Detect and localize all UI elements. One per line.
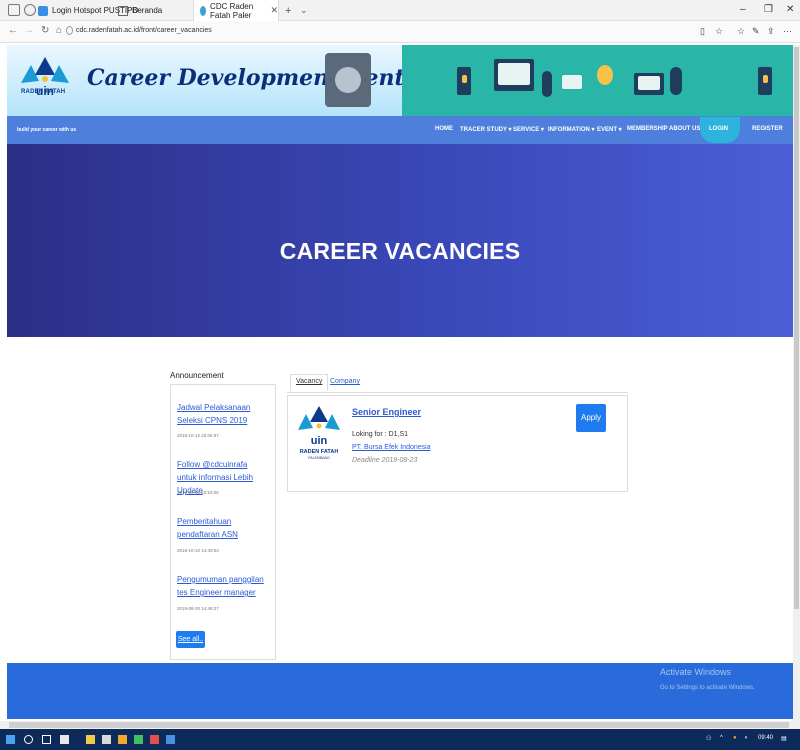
nav-information[interactable]: INFORMATION ▾ [548, 126, 595, 133]
login-button[interactable]: LOGIN [700, 117, 740, 143]
vacancy-company-link[interactable]: PT. Bursa Efek Indonesia [352, 444, 431, 451]
nav-event[interactable]: EVENT ▾ [597, 126, 622, 133]
tray-clock[interactable]: 09:40 [758, 735, 773, 741]
favorites-list-icon[interactable]: ☆ [737, 26, 745, 37]
page-title: CAREER VACANCIES [279, 238, 521, 264]
tab-cdc-active[interactable]: CDC Raden Fatah Paler ✕ [193, 0, 279, 21]
activate-windows-title: Activate Windows [660, 667, 732, 677]
more-menu-icon[interactable]: ··· [783, 26, 792, 36]
svg-text:RADEN FATAH: RADEN FATAH [300, 449, 339, 455]
nav-home[interactable]: HOME [435, 126, 453, 132]
back-tabs-icon[interactable] [24, 4, 36, 16]
site-banner: uin RADEN FATAH Career Development Cente… [7, 45, 793, 116]
home-icon[interactable]: ⌂ [56, 25, 62, 36]
file-explorer-icon[interactable] [86, 735, 95, 744]
apply-button[interactable]: Apply [576, 404, 606, 432]
tray-volume-icon[interactable]: ◖ [744, 735, 748, 741]
phone-screen-icon [462, 75, 467, 83]
tray-app-icon[interactable]: ● [733, 735, 737, 741]
windows-start-icon[interactable] [6, 735, 15, 744]
graduate-illustration [325, 53, 371, 107]
laptop-screen-icon [638, 76, 660, 90]
announcement-date: 2019-10-12 22:06:57 [177, 433, 219, 438]
close-window-icon[interactable]: ✕ [786, 4, 794, 15]
nav-about-us[interactable]: ABOUT US [669, 126, 700, 132]
task-view-icon[interactable] [42, 735, 51, 744]
page-icon [118, 5, 128, 16]
announcement-date: 2019-10-12 22:53:06 [177, 490, 219, 495]
person-icon [670, 67, 682, 95]
company-logo-icon: uin RADEN FATAH PALEMBANG [298, 406, 340, 460]
minimize-icon[interactable]: – [740, 4, 746, 15]
cdc-favicon-icon [200, 5, 207, 16]
tab-favicon-icon [38, 5, 48, 16]
phone-screen-icon [763, 75, 768, 83]
share-icon[interactable]: ⇪ [767, 26, 775, 37]
banner-brand-area: uin RADEN FATAH Career Development Cente… [7, 45, 402, 116]
uin-logo-icon[interactable]: uin [17, 53, 73, 109]
announcement-link[interactable]: Pemberitahuan pendaftaran ASN [177, 515, 269, 541]
tab-beranda[interactable]: Beranda [118, 0, 162, 21]
url-field[interactable]: cdc.radenfatah.ac.id/front/career_vacanc… [76, 27, 212, 34]
close-tab-icon[interactable]: ✕ [270, 5, 278, 16]
announcement-link[interactable]: Pengumuman panggilan tes Engineer manage… [177, 573, 269, 599]
store-icon[interactable] [60, 735, 69, 744]
new-tab-button[interactable]: + [285, 0, 291, 21]
mail-app-icon[interactable] [102, 735, 111, 744]
nav-register[interactable]: REGISTER [752, 126, 783, 132]
app-icon[interactable] [118, 735, 127, 744]
announcement-heading: Announcement [170, 371, 224, 380]
vacancy-deadline: Deadline 2019-08-23 [352, 457, 418, 464]
vacancy-title-link[interactable]: Senior Engineer [352, 407, 421, 417]
nav-tracer-study[interactable]: TRACER STUDY ▾ [460, 126, 512, 133]
nav-membership[interactable]: MEMBERSHIP [627, 126, 668, 132]
horizontal-scroll-thumb[interactable] [9, 722, 789, 728]
tagline: build your career with us [17, 127, 77, 133]
banner-illustration [402, 45, 793, 116]
person-icon [542, 71, 552, 97]
lightbulb-icon [597, 65, 613, 85]
app-icon[interactable] [166, 735, 175, 744]
vacancy-looking-for: Loking for : D1,S1 [352, 431, 409, 438]
tab-company[interactable]: Company [330, 378, 360, 385]
logo-caption: RADEN FATAH [21, 89, 66, 95]
activate-windows-subtitle: Go to Settings to activate Windows. [660, 685, 755, 691]
site-info-icon[interactable] [66, 26, 73, 35]
refresh-icon[interactable]: ↻ [41, 25, 49, 36]
announcement-date: 2019-10-10 14:40:53 [177, 548, 219, 553]
hero-section: CAREER VACANCIES [7, 144, 793, 337]
reading-view-icon[interactable]: ▯ [700, 26, 705, 37]
tray-chevron-icon[interactable]: ^ [720, 735, 723, 741]
app-icon[interactable] [150, 735, 159, 744]
back-arrow-icon[interactable]: ← [8, 25, 18, 36]
tab-list-chevron-icon[interactable]: ⌄ [300, 0, 308, 21]
pen-icon[interactable]: ✎ [752, 26, 760, 37]
announcement-link[interactable]: Jadwal Pelaksanaan Seleksi CPNS 2019 [177, 401, 269, 427]
vertical-scroll-thumb[interactable] [794, 47, 799, 609]
address-bar: ← → ↻ ⌂ cdc.radenfatah.ac.id/front/caree… [0, 21, 800, 43]
login-label: LOGIN [709, 126, 728, 132]
tab-label: Beranda [132, 6, 163, 15]
tray-people-icon[interactable]: ⚇ [706, 735, 711, 742]
notification-icon[interactable]: ▤ [781, 735, 787, 742]
svg-text:PALEMBANG: PALEMBANG [308, 456, 330, 460]
see-all-button[interactable]: See all.. [176, 631, 205, 648]
tab-vacancy[interactable]: Vacancy [290, 374, 329, 391]
mail-icon [562, 75, 582, 89]
announcement-date: 2019-08-20 14:49:37 [177, 606, 219, 611]
favorite-star-icon[interactable]: ☆ [715, 26, 723, 37]
search-icon[interactable] [24, 735, 33, 744]
monitor-screen-icon [498, 63, 530, 85]
tab-label: CDC Raden Fatah Paler [210, 1, 254, 20]
forward-arrow-icon[interactable]: → [24, 25, 34, 36]
maximize-icon[interactable]: ❐ [764, 4, 773, 15]
main-navbar: build your career with us HOME TRACER ST… [7, 116, 793, 144]
tab-actions-icon[interactable] [8, 4, 20, 16]
svg-text:uin: uin [311, 435, 328, 447]
tabs-divider [287, 392, 628, 393]
app-icon[interactable] [134, 735, 143, 744]
nav-service[interactable]: SERVICE ▾ [513, 126, 544, 133]
browser-tab-bar: Login Hotspot PUSTIPD Beranda CDC Raden … [0, 0, 800, 21]
